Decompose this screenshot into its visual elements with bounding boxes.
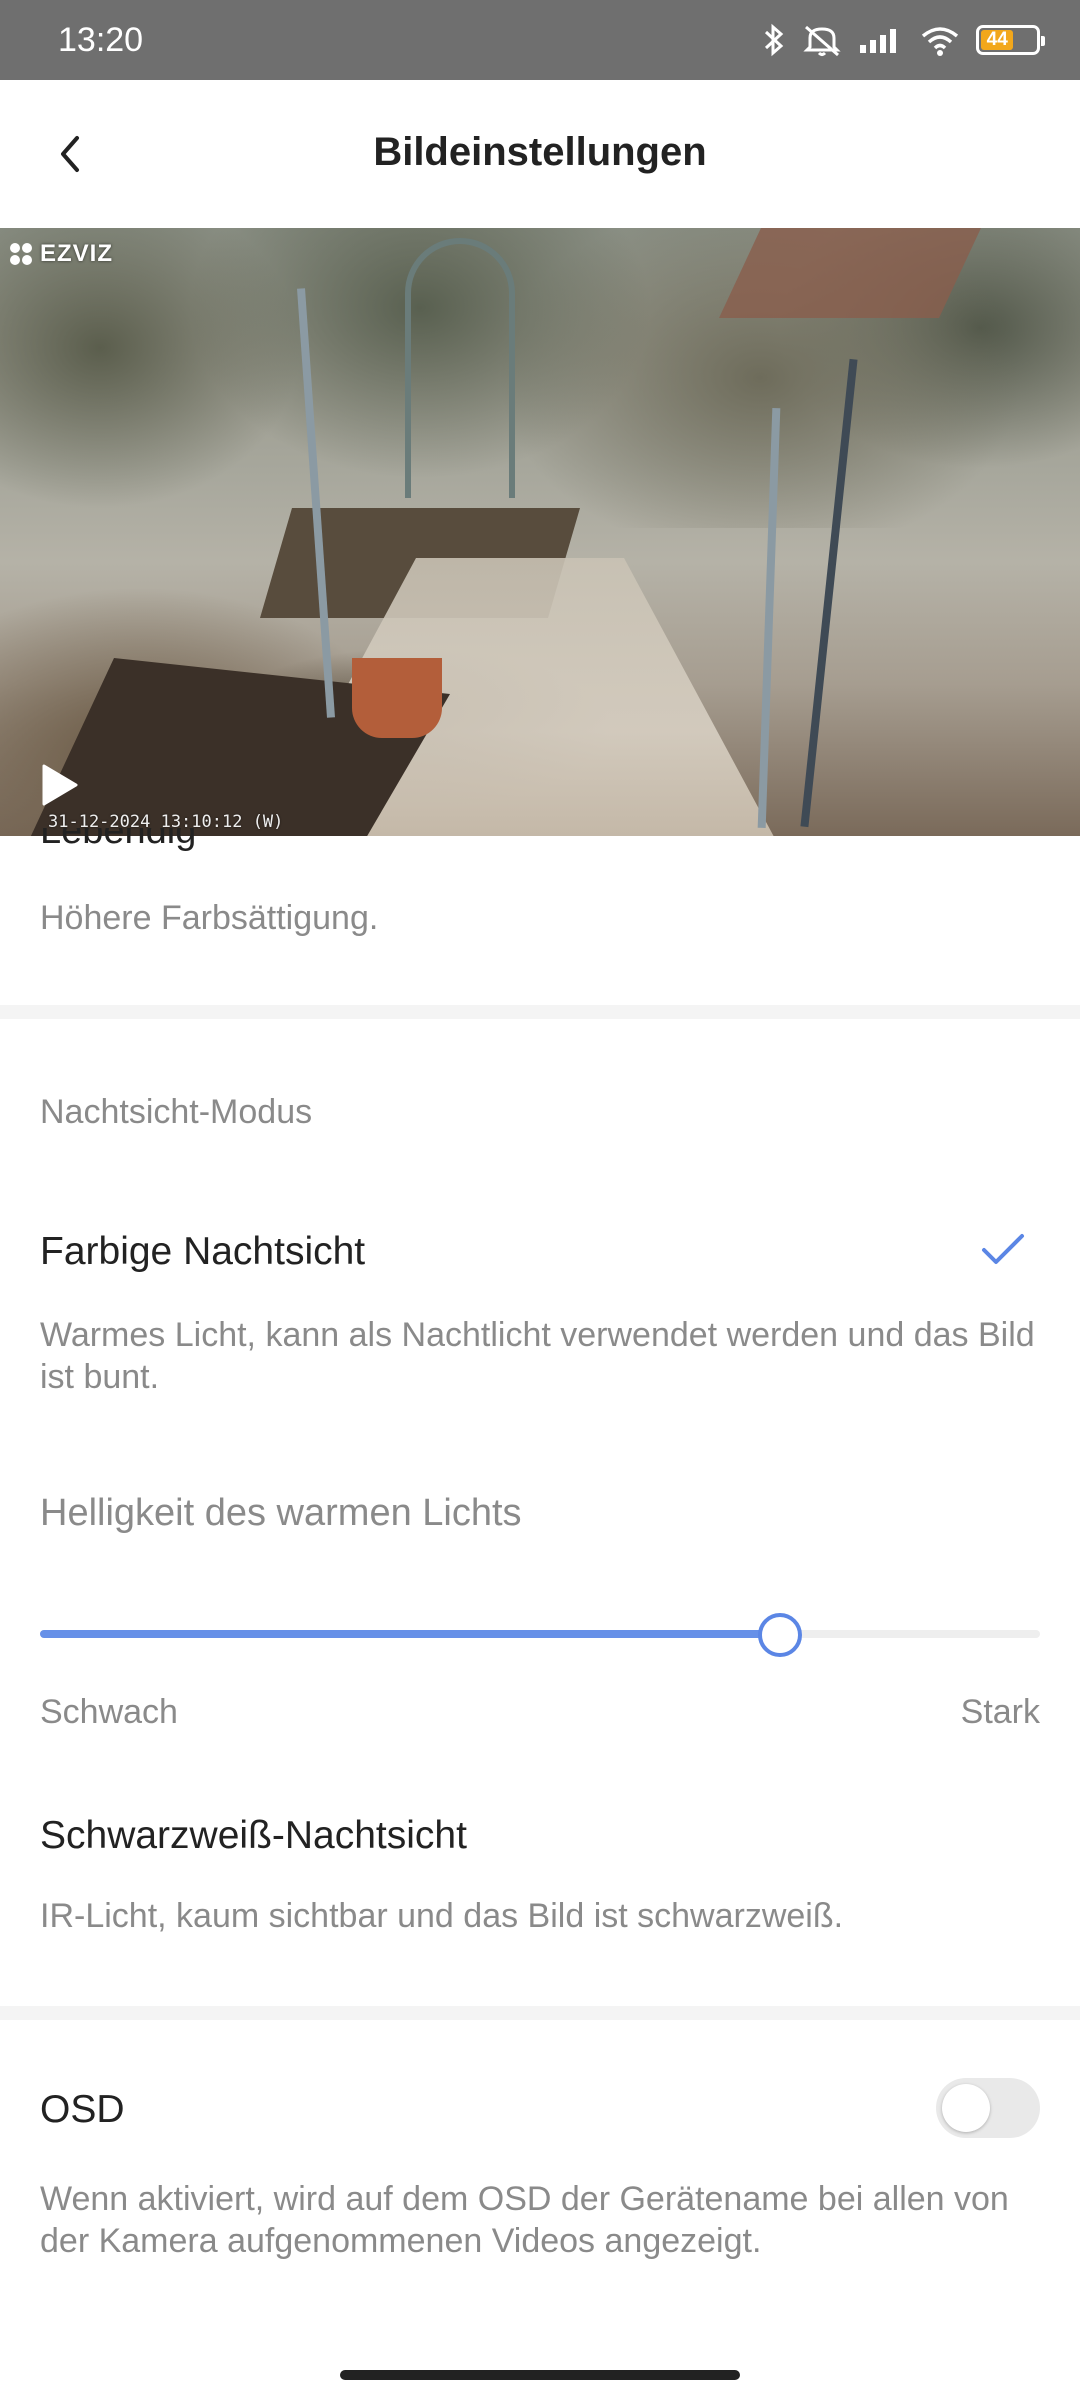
status-icons: 44 bbox=[762, 23, 1045, 57]
bw-night-vision-description: IR-Licht, kaum sichtbar und das Bild ist… bbox=[40, 1897, 844, 1935]
ezviz-mark-icon bbox=[10, 243, 32, 265]
section-divider bbox=[0, 1005, 1080, 1019]
warm-light-brightness-slider[interactable] bbox=[40, 1613, 1040, 1657]
color-night-vision-option[interactable]: Farbige Nachtsicht bbox=[40, 1230, 365, 1274]
slider-max-label: Stark bbox=[960, 1693, 1040, 1731]
slider-min-label: Schwach bbox=[40, 1693, 178, 1731]
preview-roof bbox=[719, 228, 981, 318]
camera-preview[interactable]: EZVIZ 31-12-2024 13:10:12 (W) bbox=[0, 228, 1080, 836]
check-icon bbox=[982, 1234, 1024, 1264]
osd-toggle[interactable] bbox=[936, 2078, 1040, 2138]
image-style-option-description: Höhere Farbsättigung. bbox=[40, 899, 379, 937]
slider-fill bbox=[40, 1630, 780, 1638]
color-night-vision-description: Warmes Licht, kann als Nachtlicht verwen… bbox=[40, 1316, 1035, 1396]
osd-description: Wenn aktiviert, wird auf dem OSD der Ger… bbox=[40, 2180, 1009, 2260]
home-indicator[interactable] bbox=[340, 2370, 740, 2380]
battery-level: 44 bbox=[981, 29, 1014, 50]
preview-flower-pot bbox=[352, 658, 442, 738]
status-bar: 13:20 44 bbox=[0, 0, 1080, 80]
mute-icon bbox=[803, 25, 841, 57]
bw-night-vision-option[interactable]: Schwarzweiß-Nachtsicht bbox=[40, 1814, 467, 1858]
bluetooth-icon bbox=[764, 23, 784, 57]
header: Bildeinstellungen bbox=[0, 80, 1080, 228]
image-style-option-title[interactable]: Lebendig bbox=[40, 828, 196, 858]
play-icon bbox=[42, 764, 78, 806]
battery-icon: 44 bbox=[976, 25, 1045, 55]
osd-toggle-knob bbox=[942, 2084, 990, 2132]
wifi-icon bbox=[921, 27, 959, 56]
status-time: 13:20 bbox=[58, 20, 144, 59]
signal-icon bbox=[860, 29, 896, 53]
image-style-option-title-text: Lebendig bbox=[40, 828, 197, 852]
slider-thumb[interactable] bbox=[758, 1613, 802, 1657]
warm-light-brightness-label: Helligkeit des warmen Lichts bbox=[40, 1492, 522, 1534]
brand-text: EZVIZ bbox=[40, 240, 114, 267]
night-vision-section-label: Nachtsicht-Modus bbox=[40, 1093, 313, 1131]
play-button[interactable] bbox=[34, 760, 84, 810]
section-divider bbox=[0, 2006, 1080, 2020]
ezviz-logo: EZVIZ bbox=[8, 240, 113, 268]
battery-level-text: 44 bbox=[986, 29, 1008, 50]
osd-title: OSD bbox=[40, 2088, 125, 2131]
page-title: Bildeinstellungen bbox=[373, 130, 707, 174]
preview-arch bbox=[405, 238, 515, 498]
